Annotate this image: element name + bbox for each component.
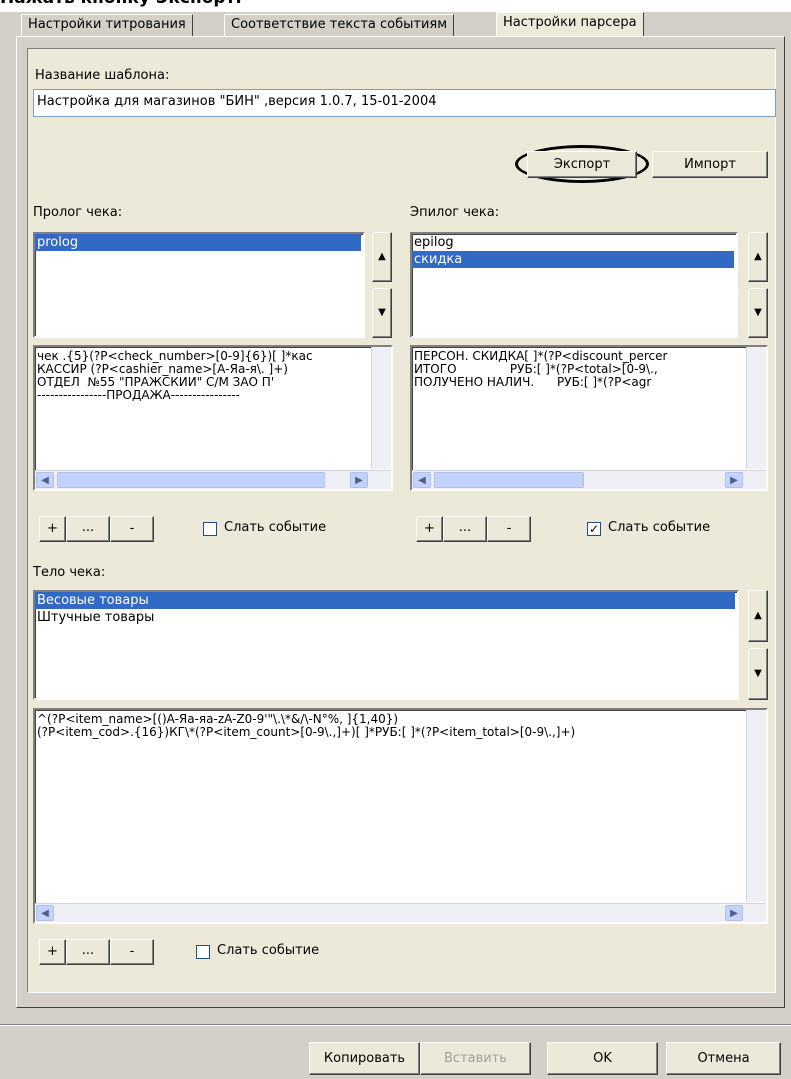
scroll-left-icon[interactable]: ◀: [36, 905, 54, 921]
scroll-right-icon[interactable]: ▶: [725, 905, 743, 921]
horizontal-scrollbar[interactable]: ◀ ▶: [412, 470, 766, 489]
body-remove-button[interactable]: -: [110, 939, 154, 965]
copy-button[interactable]: Копировать: [309, 1042, 420, 1075]
arrow-down-icon: ▼: [754, 307, 762, 318]
body-regex-line: (?P<item_cod>.{16})КГ\*(?P<item_count>[0…: [37, 726, 576, 739]
vertical-scrollbar[interactable]: [746, 710, 766, 902]
check-icon: ✓: [588, 522, 600, 536]
body-regex-line: ^(?P<item_name>[()A-Яа-яa-zA-Z0-9'"\.\*&…: [37, 713, 399, 726]
epilog-regex-line: ПЕРСОН. СКИДКА[ ]*(?P<discount_percer: [414, 350, 668, 363]
arrow-up-icon: ▲: [378, 251, 386, 262]
cancel-button[interactable]: Отмена: [666, 1042, 781, 1075]
prolog-move-down-button[interactable]: ▼: [372, 288, 392, 338]
import-button[interactable]: Импорт: [652, 151, 768, 178]
horizontal-scrollbar[interactable]: ◀ ▶: [35, 470, 391, 489]
prolog-move-up-button[interactable]: ▲: [372, 232, 392, 282]
prolog-regex-text[interactable]: чек .{5}(?P<check_number>[0-9]{6})[ ]*ка…: [33, 345, 393, 491]
prolog-regex-line: КАССИР (?P<cashier_name>[А-Яа-я\. ]+): [37, 363, 288, 376]
arrow-up-icon: ▲: [754, 610, 762, 621]
tab-text-event-mapping[interactable]: Соответствие текста событиям: [224, 14, 455, 36]
epilog-remove-button[interactable]: -: [487, 516, 531, 542]
epilog-send-event-checkbox[interactable]: ✓: [587, 522, 601, 536]
body-regex-text[interactable]: ^(?P<item_name>[()A-Яа-яa-zA-Z0-9'"\.\*&…: [33, 708, 768, 924]
ok-button[interactable]: OK: [547, 1042, 658, 1075]
list-item[interactable]: Весовые товары: [35, 592, 735, 609]
prolog-regex-line: чек .{5}(?P<check_number>[0-9]{6})[ ]*ка…: [37, 350, 313, 363]
list-item[interactable]: скидка: [412, 251, 734, 268]
template-name-label: Название шаблона:: [35, 68, 170, 83]
list-item[interactable]: epilog: [412, 234, 736, 251]
body-send-event-checkbox[interactable]: [196, 945, 210, 959]
horizontal-scrollbar[interactable]: ◀ ▶: [35, 903, 766, 922]
epilog-regex-line: ИТОГО РУБ:[ ]*(?P<total>[0-9\.,: [414, 363, 658, 376]
template-name-input[interactable]: Настройка для магазинов "БИН" ,версия 1.…: [33, 89, 776, 117]
epilog-move-down-button[interactable]: ▼: [748, 288, 768, 338]
list-item[interactable]: prolog: [35, 234, 361, 251]
prolog-regex-line: ОТДЕЛ №55 "ПРАЖСКИЙ" С/М ЗАО П': [37, 376, 275, 389]
prolog-edit-button[interactable]: ...: [66, 516, 110, 542]
arrow-down-icon: ▼: [378, 307, 386, 318]
scroll-thumb[interactable]: [57, 472, 325, 488]
prolog-remove-button[interactable]: -: [110, 516, 154, 542]
prolog-label: Пролог чека:: [33, 205, 123, 220]
epilog-regex-line: ПОЛУЧЕНО НАЛИЧ. РУБ:[ ]*(?P<agr: [414, 376, 652, 389]
epilog-add-button[interactable]: +: [416, 516, 443, 542]
prolog-add-button[interactable]: +: [39, 516, 66, 542]
scroll-thumb[interactable]: [434, 472, 584, 488]
export-button[interactable]: Экспорт: [527, 151, 637, 178]
epilog-send-event-label: Слать событие: [608, 520, 711, 535]
footer-divider-highlight: [0, 1025, 791, 1026]
scroll-left-icon[interactable]: ◀: [413, 472, 431, 488]
scroll-left-icon[interactable]: ◀: [36, 472, 54, 488]
body-send-event-label: Слать событие: [217, 943, 320, 958]
instruction-caption: Нажать кнопку Экспорт.: [0, 0, 242, 8]
prolog-send-event-label: Слать событие: [224, 520, 327, 535]
body-list[interactable]: Весовые товары Штучные товары: [33, 590, 739, 700]
epilog-regex-text[interactable]: ПЕРСОН. СКИДКА[ ]*(?P<discount_percer ИТ…: [410, 345, 768, 491]
body-label: Тело чека:: [33, 565, 106, 580]
tab-titration-settings[interactable]: Настройки титрования: [21, 14, 193, 36]
body-move-down-button[interactable]: ▼: [748, 648, 768, 700]
body-add-button[interactable]: +: [39, 939, 66, 965]
body-move-up-button[interactable]: ▲: [748, 590, 768, 642]
arrow-down-icon: ▼: [754, 668, 762, 679]
scroll-right-icon[interactable]: ▶: [725, 472, 743, 488]
prolog-send-event-checkbox[interactable]: [203, 522, 217, 536]
tab-parser-settings[interactable]: Настройки парсера: [496, 12, 644, 38]
prolog-regex-line: ----------------ПРОДАЖА----------------: [37, 389, 240, 402]
epilog-list[interactable]: epilog скидка: [410, 232, 738, 338]
vertical-scrollbar[interactable]: [371, 347, 391, 469]
epilog-label: Эпилог чека:: [410, 205, 500, 220]
arrow-up-icon: ▲: [754, 251, 762, 262]
epilog-move-up-button[interactable]: ▲: [748, 232, 768, 282]
list-item[interactable]: Штучные товары: [35, 609, 737, 626]
vertical-scrollbar[interactable]: [746, 347, 766, 469]
body-edit-button[interactable]: ...: [66, 939, 110, 965]
prolog-list[interactable]: prolog: [33, 232, 365, 338]
epilog-edit-button[interactable]: ...: [443, 516, 487, 542]
paste-button[interactable]: Вставить: [420, 1042, 531, 1075]
parser-settings-dialog: Настройки титрования Соответствие текста…: [0, 12, 791, 1079]
scroll-right-icon[interactable]: ▶: [350, 472, 368, 488]
